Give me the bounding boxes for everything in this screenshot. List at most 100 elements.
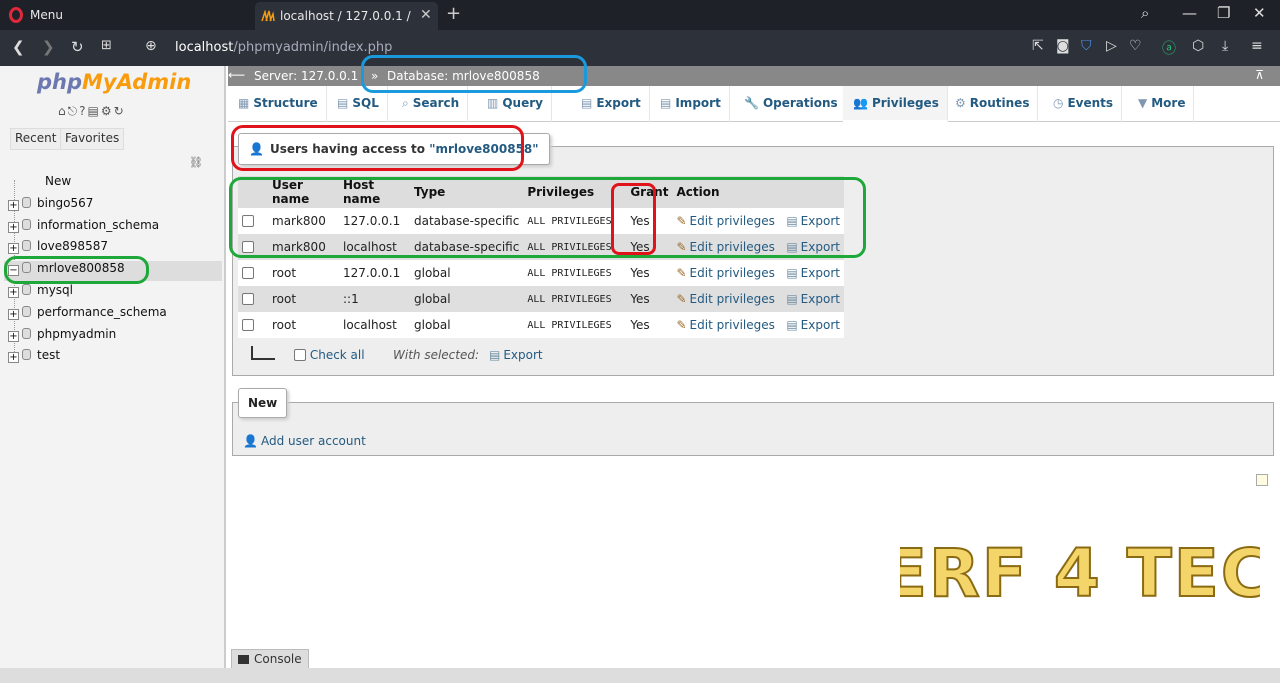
row-select-cell[interactable]	[238, 260, 268, 286]
column-privileges[interactable]: Privileges	[523, 176, 627, 208]
tab-events[interactable]: ◷ Events	[1043, 86, 1123, 122]
logout-icon[interactable]: ⎋	[68, 104, 80, 118]
sidebar-db-label[interactable]: New	[45, 174, 71, 188]
sidebar-db-label[interactable]: performance_schema	[37, 305, 167, 319]
cube-icon[interactable]: ⬡	[1192, 38, 1204, 54]
tab-export[interactable]: ▤ Export	[571, 86, 650, 122]
horizontal-scrollbar[interactable]	[0, 668, 1280, 683]
docs-icon[interactable]: ▤	[88, 104, 101, 118]
export-link[interactable]: ▤ Export	[786, 318, 840, 332]
extension-a-icon[interactable]: ⓐ	[1162, 38, 1176, 58]
url-field[interactable]: localhost/phpmyadmin/index.php	[175, 40, 392, 55]
with-selected-export-button[interactable]: ▤ Export	[489, 348, 543, 362]
expand-icon[interactable]: +	[8, 199, 19, 211]
new-tab-icon[interactable]: +	[446, 3, 461, 24]
phpmyadmin-logo[interactable]: phpMyAdmin	[37, 70, 191, 94]
heart-icon[interactable]: ♡	[1129, 38, 1142, 54]
sidebar-db-label[interactable]: love898587	[37, 239, 108, 253]
column-grant[interactable]: Grant	[626, 176, 673, 208]
sidebar-db-item[interactable]: + information_schema	[8, 218, 159, 238]
export-link[interactable]: ▤ Export	[786, 292, 840, 306]
forward-icon[interactable]: ❯	[42, 38, 55, 56]
column-type[interactable]: Type	[410, 176, 524, 208]
reload-icon[interactable]: ↻	[71, 38, 84, 56]
close-window-icon[interactable]: ✕	[1253, 4, 1266, 22]
check-all-label[interactable]: Check all	[310, 348, 365, 362]
collapse-nav-icon[interactable]: ⟵	[228, 68, 245, 82]
export-link[interactable]: ▤ Export	[786, 214, 840, 228]
edit-privileges-link[interactable]: ✎ Edit privileges	[676, 292, 774, 306]
download-icon[interactable]: ⤓	[1222, 38, 1228, 54]
row-select-cell[interactable]	[238, 234, 268, 260]
breadcrumb-database[interactable]: Database: mrlove800858	[387, 69, 540, 83]
expand-icon[interactable]: +	[8, 287, 19, 298]
row-select-cell[interactable]	[238, 312, 268, 338]
send-icon[interactable]: ▷	[1106, 38, 1117, 54]
tab-search[interactable]: ⌕ Search	[392, 86, 469, 122]
export-link[interactable]: ▤ Export	[786, 266, 840, 280]
row-checkbox[interactable]	[242, 267, 254, 279]
column-user-name[interactable]: User name	[268, 176, 339, 208]
expand-icon[interactable]: +	[8, 352, 19, 364]
row-checkbox[interactable]	[242, 319, 254, 331]
sidebar-db-item[interactable]: + test	[8, 348, 60, 368]
tab-structure[interactable]: ▦ Structure	[228, 86, 327, 122]
collapse-icon[interactable]: −	[8, 265, 19, 277]
link-with-main-panel-icon[interactable]: ⛓	[189, 156, 203, 169]
sidebar-db-item[interactable]: + phpmyadmin	[8, 327, 116, 347]
expand-icon[interactable]: +	[8, 221, 19, 233]
row-checkbox[interactable]	[242, 215, 254, 227]
close-tab-icon[interactable]: ✕	[420, 7, 432, 23]
add-user-account-link[interactable]: 👤 Add user account	[243, 434, 366, 448]
edit-privileges-link[interactable]: ✎ Edit privileges	[676, 240, 774, 254]
tab-more[interactable]: ▼ More	[1128, 86, 1195, 122]
sidebar-db-label[interactable]: mrlove800858	[37, 261, 125, 275]
row-checkbox[interactable]	[242, 241, 254, 253]
check-all[interactable]: Check all	[294, 348, 365, 362]
collapse-top-icon[interactable]: ⊼	[1255, 68, 1264, 82]
sidebar-db-label[interactable]: bingo567	[37, 196, 93, 210]
sidebar-db-label[interactable]: information_schema	[37, 218, 159, 232]
page-settings-icon[interactable]	[1256, 474, 1268, 486]
sidebar-db-label[interactable]: test	[37, 348, 60, 362]
edit-privileges-link[interactable]: ✎ Edit privileges	[676, 214, 774, 228]
tab-sql[interactable]: ▤ SQL	[327, 86, 388, 122]
tab-query[interactable]: ▥ Query	[477, 86, 552, 122]
share-icon[interactable]: ⇱	[1032, 38, 1044, 54]
sidebar-db-item[interactable]: + mysql	[8, 283, 73, 303]
help-icon[interactable]: ?	[79, 104, 87, 118]
edit-privileges-link[interactable]: ✎ Edit privileges	[676, 318, 774, 332]
row-select-cell[interactable]	[238, 286, 268, 312]
row-checkbox[interactable]	[242, 293, 254, 305]
search-icon[interactable]: ⌕	[1141, 4, 1149, 22]
column-host-name[interactable]: Host name	[339, 176, 410, 208]
opera-logo-icon[interactable]	[9, 7, 23, 23]
favorites-tab[interactable]: Favorites	[60, 128, 125, 150]
tab-operations[interactable]: 🔧 Operations	[734, 86, 847, 122]
check-all-checkbox[interactable]	[294, 349, 306, 361]
browser-menu-label[interactable]: Menu	[30, 8, 63, 22]
speed-dial-icon[interactable]: ⊞	[101, 38, 112, 53]
export-link[interactable]: ▤ Export	[786, 240, 840, 254]
sidebar-db-label[interactable]: phpmyadmin	[37, 327, 116, 341]
sidebar-db-item[interactable]: + bingo567	[8, 196, 93, 216]
recent-tab[interactable]: Recent	[10, 128, 62, 150]
expand-icon[interactable]: +	[8, 308, 19, 320]
console-button[interactable]: Console	[231, 649, 309, 669]
breadcrumb-server[interactable]: Server: 127.0.0.1	[254, 69, 358, 83]
tab-routines[interactable]: ⚙ Routines	[945, 86, 1039, 122]
refresh-icon[interactable]: ↻	[114, 104, 126, 118]
tab-privileges[interactable]: 👥 Privileges	[843, 86, 948, 122]
expand-icon[interactable]: +	[8, 243, 19, 255]
maximize-icon[interactable]: ❐	[1217, 4, 1230, 22]
camera-icon[interactable]: ◙	[1056, 38, 1070, 54]
expand-icon[interactable]: +	[8, 330, 19, 342]
settings-icon[interactable]: ⚙	[101, 104, 114, 118]
shield-icon[interactable]: ⛉	[1081, 38, 1092, 54]
sidebar-db-item[interactable]: New	[8, 174, 71, 194]
menu-icon[interactable]: ≡	[1251, 38, 1263, 54]
sidebar-db-item[interactable]: − mrlove800858	[4, 261, 222, 282]
tab-import[interactable]: ▤ Import	[650, 86, 730, 122]
sidebar-db-item[interactable]: + performance_schema	[8, 305, 167, 325]
sidebar-db-item[interactable]: + love898587	[8, 239, 108, 259]
